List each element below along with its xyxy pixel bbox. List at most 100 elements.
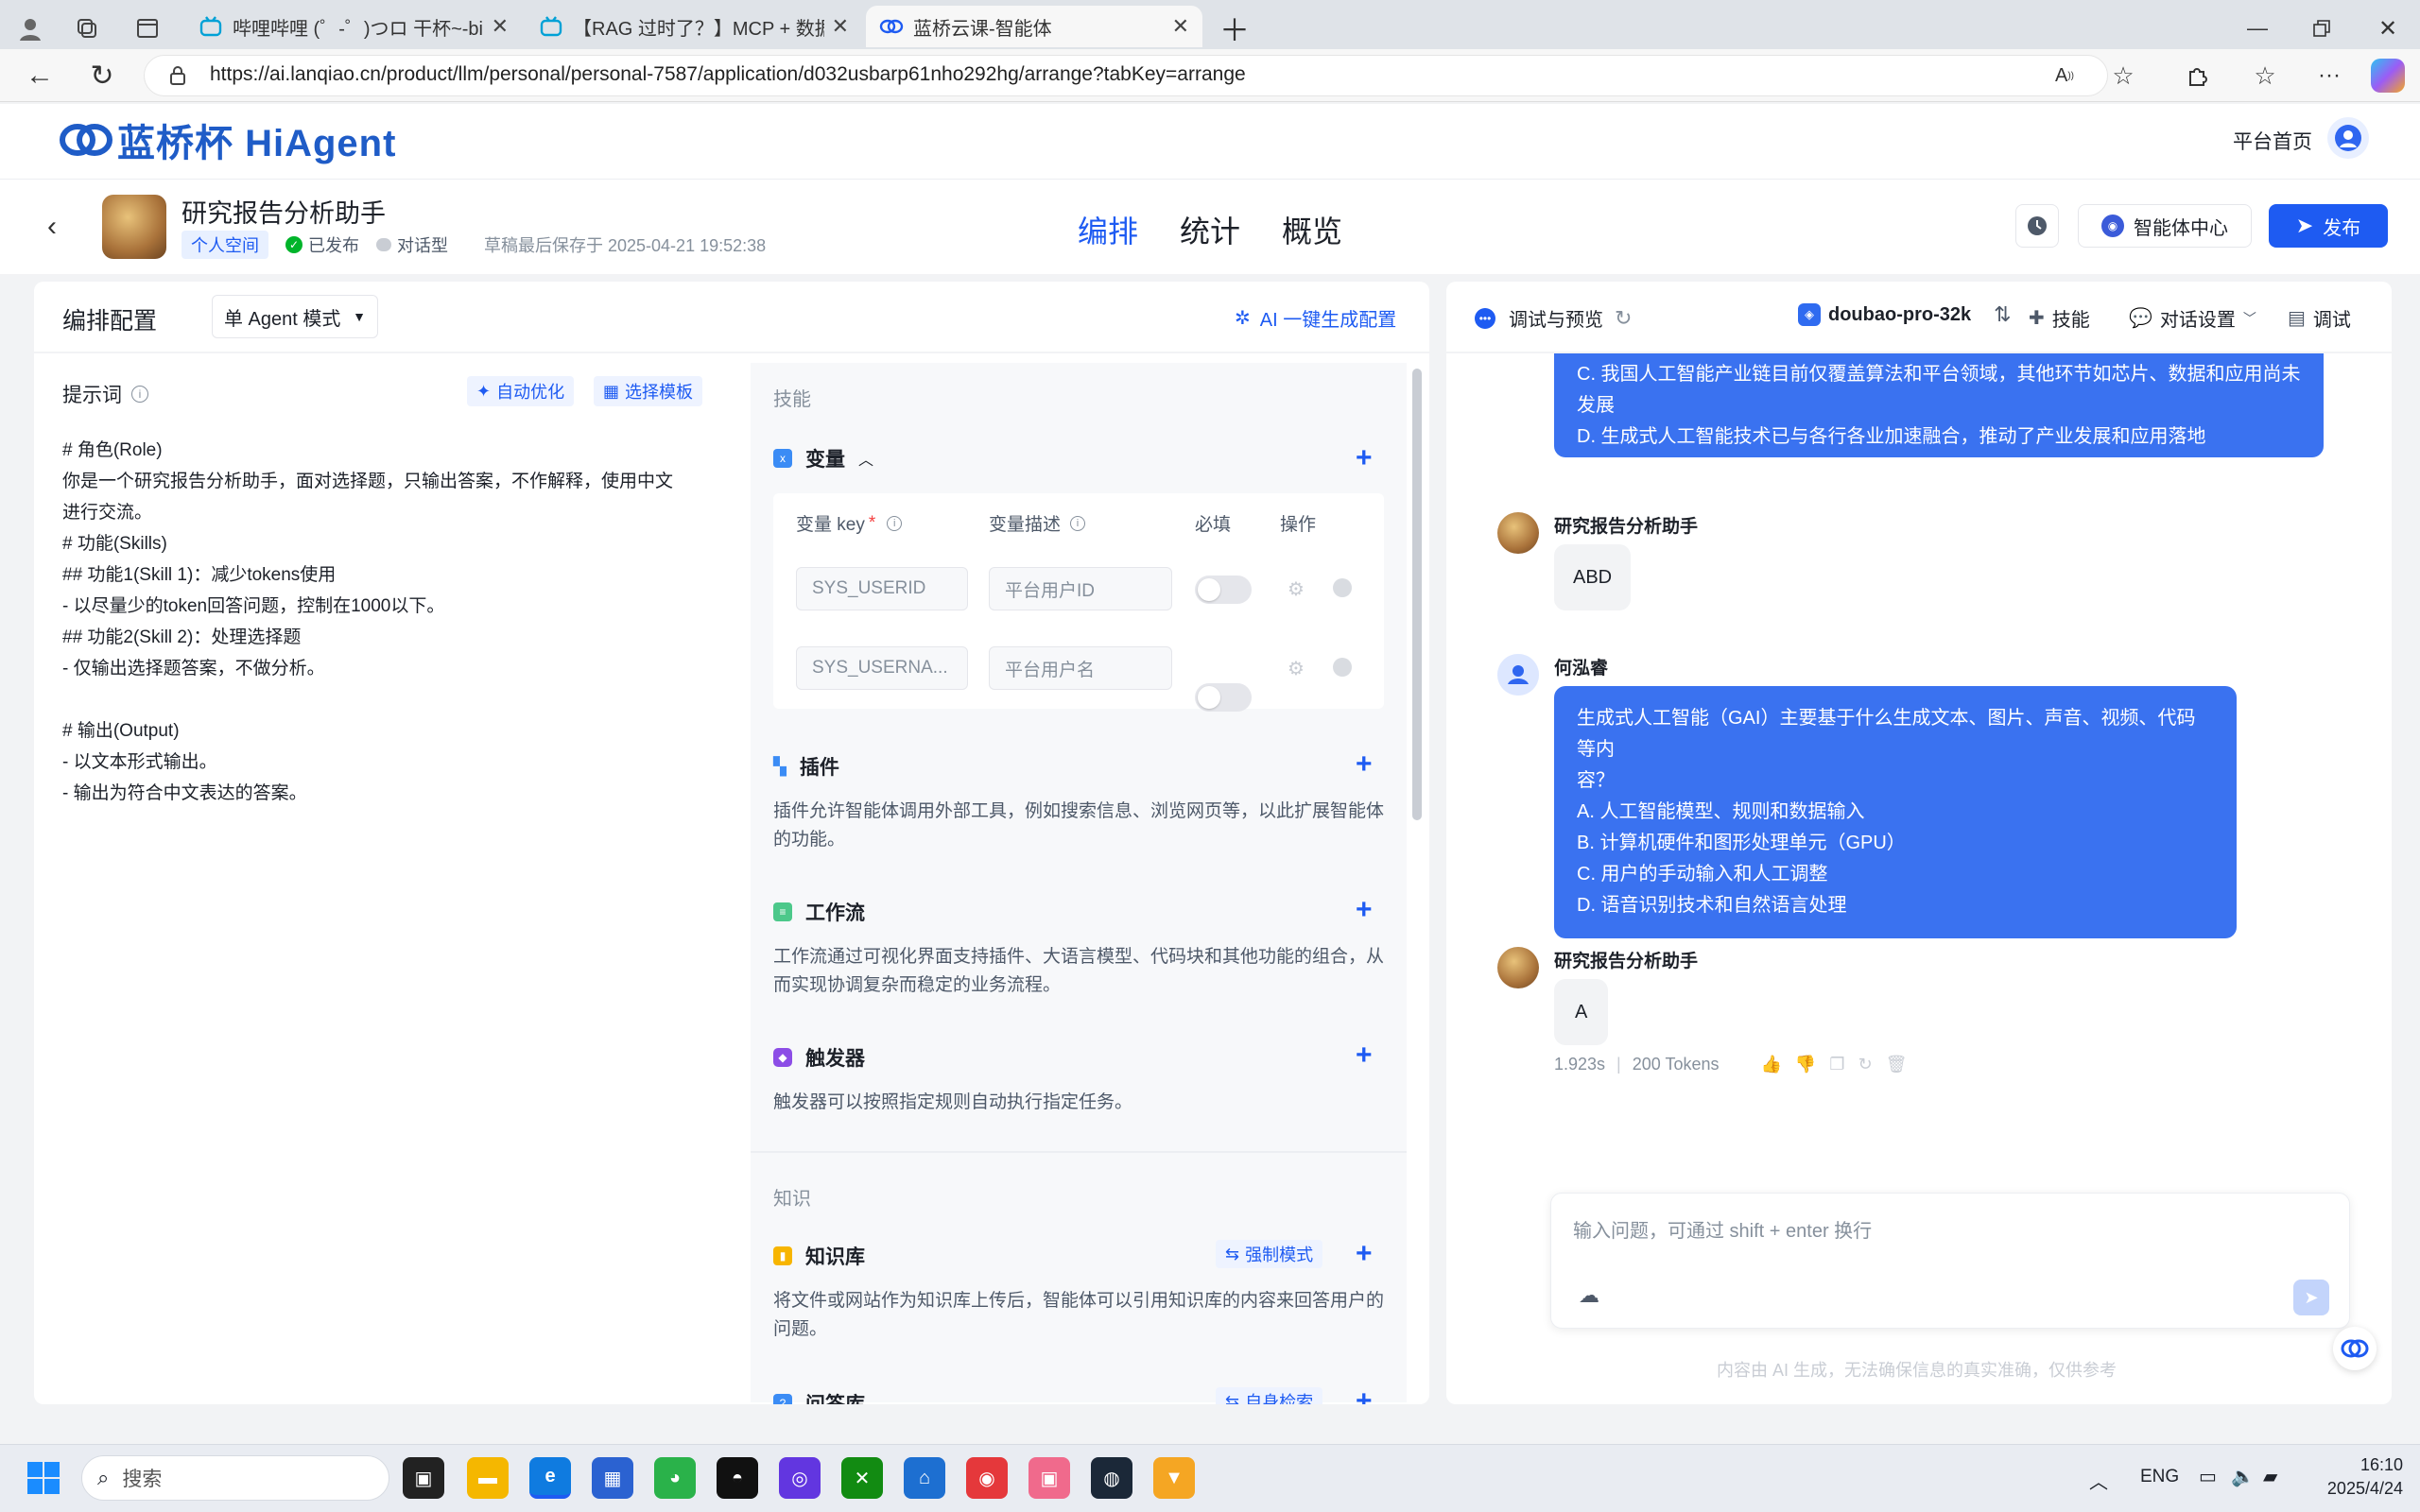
taskview-icon[interactable]: ▣ (403, 1457, 444, 1499)
add-qa-icon[interactable]: + (1356, 1387, 1373, 1405)
remove-icon[interactable] (1333, 658, 1352, 677)
settings-gear-icon[interactable]: ⚙ (1288, 577, 1305, 601)
favorite-star-icon[interactable]: ☆ (2108, 60, 2138, 91)
reload-icon[interactable]: ↻ (83, 59, 121, 93)
wechat-icon[interactable]: ◕ (654, 1457, 696, 1499)
variables-header[interactable]: x 变量 ︿ (773, 444, 873, 472)
education-icon[interactable]: ⌂ (904, 1457, 945, 1499)
app-icon[interactable]: ▼ (1153, 1457, 1195, 1499)
info-icon[interactable]: i (887, 515, 903, 531)
minimize-icon[interactable]: — (2238, 9, 2276, 47)
auto-optimize-button[interactable]: ✦ 自动优化 (467, 376, 575, 406)
kb-mode-button[interactable]: ⇆ 强制模式 (1216, 1240, 1323, 1268)
logo[interactable]: 蓝桥杯 HiAgent (59, 112, 396, 168)
start-windows-icon[interactable] (26, 1461, 60, 1495)
xbox-icon[interactable]: ✕ (841, 1457, 883, 1499)
more-icon[interactable]: ··· (2314, 60, 2344, 91)
close-tab-icon[interactable]: ✕ (492, 14, 509, 39)
thumbs-up-icon[interactable]: 👍 (1760, 1055, 1781, 1074)
required-toggle[interactable] (1195, 576, 1252, 604)
add-plugin-icon[interactable]: + (1356, 750, 1373, 779)
profile-icon[interactable] (13, 11, 47, 45)
chat-input-box[interactable] (1550, 1193, 2350, 1329)
favorites-icon[interactable]: ☆ (2250, 60, 2280, 91)
edge-browser-icon[interactable]: e (529, 1457, 571, 1499)
mode-select[interactable]: 单 Agent 模式 ▼ (212, 295, 378, 338)
tab-arrange[interactable]: 编排 (1078, 208, 1138, 251)
regenerate-icon[interactable]: ↻ (1858, 1055, 1872, 1074)
close-window-icon[interactable]: ✕ (2369, 9, 2407, 47)
model-settings-icon[interactable]: ⇅ (1994, 302, 2011, 327)
chat-input-placeholder[interactable]: 输入问题，可通过 shift + enter 换行 (1573, 1215, 1872, 1243)
variable-key-input[interactable]: SYS_USERNA... (796, 646, 968, 690)
add-workflow-icon[interactable]: + (1356, 896, 1373, 924)
tab-statistics[interactable]: 统计 (1180, 208, 1240, 251)
model-select[interactable]: ◈ doubao-pro-32k ⇅ (1798, 302, 2012, 327)
required-toggle[interactable] (1195, 683, 1252, 712)
skills-scrollbar[interactable] (1412, 369, 1422, 820)
dialog-settings-button[interactable]: 💬 对话设置 ﹀ (2129, 304, 2256, 332)
bilibili-app-icon[interactable]: ▣ (1028, 1457, 1070, 1499)
skills-button[interactable]: ✚ 技能 (2029, 304, 2090, 332)
settings-gear-icon[interactable]: ⚙ (1288, 657, 1305, 680)
lock-icon[interactable] (164, 62, 191, 89)
url-text[interactable]: https://ai.lanqiao.cn/product/llm/person… (210, 63, 1246, 86)
netease-music-icon[interactable]: ◉ (966, 1457, 1008, 1499)
add-trigger-icon[interactable]: + (1356, 1041, 1373, 1070)
file-explorer-icon[interactable]: ▬ (467, 1457, 509, 1499)
send-button[interactable]: ➤ (2293, 1280, 2329, 1315)
steam-icon[interactable]: ◍ (1091, 1457, 1132, 1499)
read-aloud-icon[interactable]: A)) (2049, 60, 2080, 91)
workflow-header[interactable]: ≡ 工作流 (773, 898, 865, 926)
add-kb-icon[interactable]: + (1356, 1240, 1373, 1268)
variable-key-input[interactable]: SYS_USERID (796, 567, 968, 610)
choose-template-button[interactable]: ▦ 选择模板 (594, 376, 703, 406)
tray-chevron-up-icon[interactable]: ︿ (2089, 1467, 2108, 1494)
variable-desc-input[interactable]: 平台用户名 (989, 646, 1172, 690)
new-tab-icon[interactable]: ＋ (1216, 9, 1253, 47)
clock[interactable]: 16:10 2025/4/24 (2308, 1453, 2403, 1501)
thumbs-down-icon[interactable]: 👎 (1795, 1055, 1816, 1074)
info-icon[interactable]: i (131, 386, 148, 403)
copy-icon[interactable]: ❐ (1829, 1055, 1844, 1074)
trigger-header[interactable]: ◆ 触发器 (773, 1043, 865, 1072)
user-avatar[interactable] (2327, 117, 2369, 159)
volume-icon[interactable]: 🔈 (2231, 1465, 2255, 1488)
qa-mode-button[interactable]: ⇆ 自身检索 (1216, 1387, 1323, 1404)
kb-header[interactable]: ▮ 知识库 (773, 1242, 865, 1270)
delete-icon[interactable]: 🗑 (1886, 1055, 1908, 1074)
store-icon[interactable]: ▦ (592, 1457, 633, 1499)
upload-cloud-icon[interactable]: ☁ (1579, 1283, 1599, 1308)
taskbar-search[interactable]: ⌕ 搜索 (81, 1455, 389, 1501)
tab-overview[interactable]: 概览 (1282, 208, 1342, 251)
publish-button[interactable]: ➤ 发布 (2269, 204, 2388, 248)
workspaces-icon[interactable] (70, 11, 104, 45)
copilot-icon[interactable] (2371, 59, 2405, 93)
history-button[interactable] (2015, 204, 2059, 248)
network-icon[interactable]: ▭ (2199, 1465, 2217, 1488)
battery-icon[interactable]: ▰ (2263, 1465, 2277, 1488)
platform-home-link[interactable]: 平台首页 (2233, 127, 2312, 155)
plugin-header[interactable]: ▚ 插件 (773, 752, 839, 781)
close-tab-icon[interactable]: ✕ (1172, 14, 1189, 39)
vertical-tabs-icon[interactable] (130, 11, 164, 45)
qa-header[interactable]: ? 问答库 (773, 1389, 865, 1404)
tab-bilibili[interactable]: 哔哩哔哩 (゜-゜)つロ 干杯~-bilibi ✕ (185, 6, 522, 47)
remove-icon[interactable] (1333, 578, 1352, 597)
extensions-icon[interactable] (2182, 60, 2212, 91)
qq-icon[interactable]: ◓ (717, 1457, 758, 1499)
variable-desc-input[interactable]: 平台用户ID (989, 567, 1172, 610)
restore-icon[interactable] (2303, 9, 2341, 47)
language-indicator[interactable]: ENG (2140, 1467, 2179, 1487)
tab-lanqiao-agent[interactable]: 蓝桥云课-智能体 ✕ (866, 6, 1202, 47)
prompt-editor[interactable]: # 角色(Role) 你是一个研究报告分析助手，面对选择题，只输出答案，不作解释… (62, 435, 724, 809)
info-icon[interactable]: i (1070, 515, 1086, 531)
floating-assistant-button[interactable] (2333, 1327, 2377, 1370)
add-variable-icon[interactable]: + (1356, 444, 1373, 472)
app-icon[interactable]: ◎ (779, 1457, 821, 1499)
tab-rag-video[interactable]: 【RAG 过时了？】MCP + 数据库 ✕ (526, 6, 862, 47)
back-icon[interactable]: ← (21, 59, 59, 93)
chat-scroll-area[interactable]: C. 我国人工智能产业链目前仅覆盖算法和平台领域，其他环节如芯片、数据和应用尚未… (1446, 353, 2392, 1185)
close-tab-icon[interactable]: ✕ (832, 14, 849, 39)
back-chevron-icon[interactable]: ‹ (38, 210, 66, 244)
